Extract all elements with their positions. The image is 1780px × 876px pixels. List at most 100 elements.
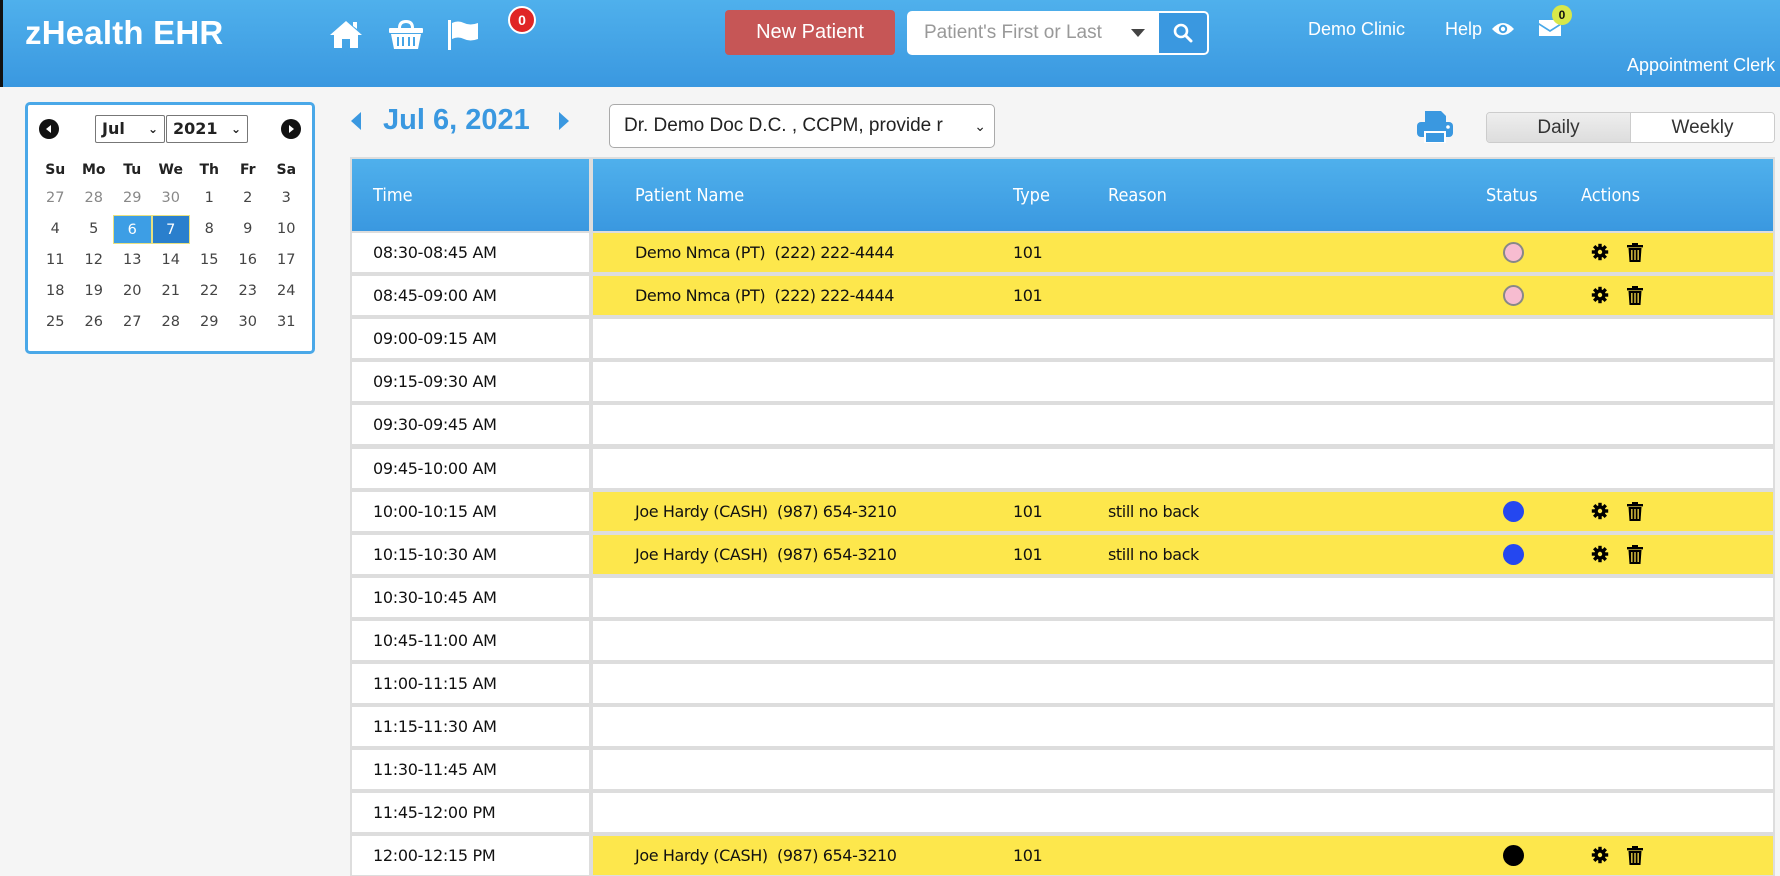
search-button[interactable] (1159, 13, 1207, 53)
calendar-day[interactable]: 4 (36, 215, 75, 244)
clinic-link[interactable]: Demo Clinic (1308, 19, 1405, 40)
appointment-cell[interactable]: Joe Hardy (CASH) (987) 654-3210 101 still … (593, 534, 1773, 574)
calendar-day[interactable]: 30 (229, 308, 268, 337)
calendar-day[interactable]: 27 (36, 184, 75, 213)
patient-name[interactable]: Joe Hardy (CASH) (987) 654-3210 (635, 836, 897, 875)
calendar-day[interactable]: 10 (267, 215, 306, 244)
calendar-week-row: 27 28 29 30 1 2 3 (36, 183, 306, 214)
calendar-day[interactable]: 31 (267, 308, 306, 337)
trash-icon[interactable] (1627, 243, 1645, 262)
calendar-day[interactable]: 1 (190, 184, 229, 213)
patient-name[interactable]: Joe Hardy (CASH) (987) 654-3210 (635, 492, 897, 531)
trash-icon[interactable] (1627, 846, 1645, 866)
basket-icon[interactable] (388, 18, 424, 50)
gear-icon[interactable] (1591, 545, 1609, 564)
status-indicator-blue[interactable] (1503, 543, 1524, 565)
mini-calendar: Jul ⌄ 2021 ⌄ Su Mo Tu We Th Fr Sa 27 28 29 30 1 2 3 4 5 6… (25, 102, 315, 354)
calendar-year-value: 2021 (173, 119, 218, 138)
empty-slot-cell[interactable] (593, 405, 1773, 445)
provider-select-value: Dr. Demo Doc D.C. , CCPM, provide r (624, 115, 943, 136)
calendar-prev-month-icon[interactable] (39, 119, 59, 139)
new-patient-button[interactable]: New Patient (725, 10, 895, 55)
time-slot-cell: 12:00-12:15 PM (352, 836, 589, 876)
status-indicator-pink[interactable] (1503, 242, 1524, 263)
calendar-day[interactable]: 29 (190, 308, 229, 337)
calendar-day[interactable]: 8 (190, 215, 229, 244)
calendar-day[interactable]: 5 (75, 215, 114, 244)
patient-name[interactable]: Joe Hardy (CASH) (987) 654-3210 (635, 535, 897, 574)
patient-name[interactable]: Demo Nmca (PT) (222) 222-4444 (635, 233, 894, 272)
calendar-day[interactable]: 13 (113, 246, 152, 275)
trash-icon[interactable] (1627, 501, 1645, 521)
trash-icon[interactable] (1627, 286, 1645, 306)
print-icon[interactable] (1416, 110, 1454, 144)
calendar-day[interactable]: 24 (267, 277, 306, 306)
calendar-day[interactable]: 23 (229, 277, 268, 306)
empty-slot-cell[interactable] (593, 793, 1773, 833)
calendar-day-today[interactable]: 7 (151, 215, 190, 244)
calendar-next-month-icon[interactable] (281, 119, 301, 139)
appointment-cell[interactable]: Joe Hardy (CASH) (987) 654-3210 101 still … (593, 491, 1773, 531)
daily-view-button[interactable]: Daily (1487, 113, 1631, 142)
trash-icon[interactable] (1627, 544, 1645, 564)
calendar-day[interactable]: 18 (36, 277, 75, 306)
appointment-cell[interactable]: Demo Nmca (PT) (222) 222-4444 101 (593, 276, 1773, 316)
status-indicator-black[interactable] (1503, 845, 1524, 867)
gear-icon[interactable] (1591, 243, 1609, 262)
patient-search-input[interactable] (909, 13, 1105, 53)
calendar-day-selected[interactable]: 6 (113, 215, 152, 244)
gear-icon[interactable] (1591, 502, 1609, 521)
next-day-icon[interactable] (557, 110, 575, 134)
empty-slot-cell[interactable] (593, 577, 1773, 617)
empty-slot-cell[interactable] (593, 750, 1773, 790)
top-navbar: zHealth EHR 0 New Patient Demo Clinic He… (0, 0, 1780, 87)
status-indicator-blue[interactable] (1503, 500, 1524, 522)
previous-day-icon[interactable] (349, 110, 367, 134)
empty-slot-cell[interactable] (593, 319, 1773, 359)
calendar-day[interactable]: 2 (229, 184, 268, 213)
app-logo[interactable]: zHealth EHR (25, 14, 223, 52)
weekday-label: Tu (123, 161, 142, 178)
appointment-cell[interactable]: Demo Nmca (PT) (222) 222-4444 101 (593, 233, 1773, 272)
calendar-day[interactable]: 20 (113, 277, 152, 306)
calendar-day[interactable]: 17 (267, 246, 306, 275)
gear-icon[interactable] (1591, 846, 1609, 865)
calendar-day[interactable]: 11 (36, 246, 75, 275)
empty-slot-cell[interactable] (593, 664, 1773, 703)
calendar-day[interactable]: 30 (152, 184, 191, 213)
flag-icon[interactable] (445, 18, 481, 50)
calendar-day[interactable]: 26 (75, 308, 114, 337)
calendar-day[interactable]: 28 (75, 184, 114, 213)
provider-select[interactable]: Dr. Demo Doc D.C. , CCPM, provide r ⌄ (609, 104, 995, 148)
empty-slot-cell[interactable] (593, 448, 1773, 488)
status-indicator-pink[interactable] (1503, 285, 1524, 307)
calendar-day[interactable]: 28 (152, 308, 191, 337)
calendar-day[interactable]: 22 (190, 277, 229, 306)
calendar-day[interactable]: 19 (75, 277, 114, 306)
gear-icon[interactable] (1591, 286, 1609, 305)
calendar-day[interactable]: 15 (190, 246, 229, 275)
calendar-day[interactable]: 29 (113, 184, 152, 213)
weekly-view-button[interactable]: Weekly (1631, 113, 1774, 142)
search-dropdown-caret-icon[interactable] (1123, 23, 1153, 43)
calendar-day[interactable]: 12 (75, 246, 114, 275)
home-icon[interactable] (328, 18, 364, 50)
calendar-day[interactable]: 16 (229, 246, 268, 275)
calendar-year-select[interactable]: 2021 ⌄ (166, 115, 248, 143)
calendar-day[interactable]: 3 (267, 184, 306, 213)
calendar-day[interactable]: 9 (229, 215, 268, 244)
appointment-cell[interactable]: Joe Hardy (CASH) (987) 654-3210 101 (593, 836, 1773, 876)
calendar-day[interactable]: 21 (152, 277, 191, 306)
eye-icon[interactable] (1491, 21, 1515, 37)
help-link[interactable]: Help (1445, 19, 1482, 40)
calendar-day[interactable]: 25 (36, 308, 75, 337)
appointment-type: 101 (1013, 544, 1043, 564)
empty-slot-cell[interactable] (593, 707, 1773, 747)
patient-name[interactable]: Demo Nmca (PT) (222) 222-4444 (635, 276, 894, 315)
calendar-day[interactable]: 14 (152, 246, 191, 275)
user-role-menu[interactable]: Appointment Clerk (1627, 55, 1775, 76)
empty-slot-cell[interactable] (593, 620, 1773, 660)
calendar-month-select[interactable]: Jul ⌄ (95, 115, 165, 143)
empty-slot-cell[interactable] (593, 362, 1773, 402)
calendar-day[interactable]: 27 (113, 308, 152, 337)
